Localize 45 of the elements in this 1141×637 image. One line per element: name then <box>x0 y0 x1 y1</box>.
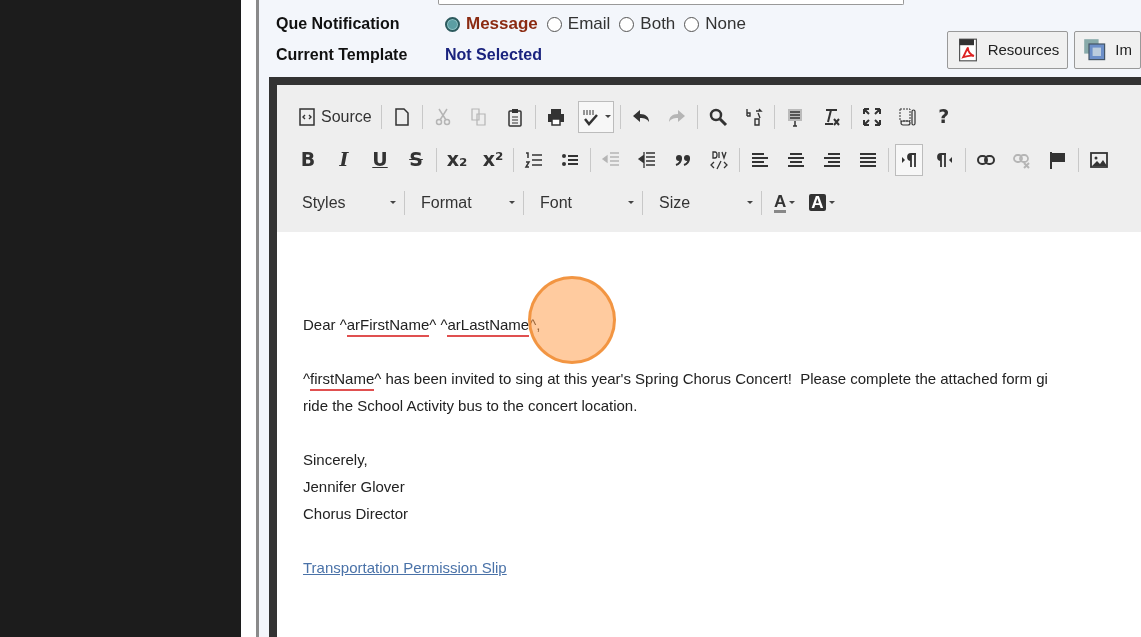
text-field[interactable] <box>438 0 904 5</box>
dropdown[interactable]: Size <box>651 187 761 218</box>
div-container-icon <box>709 149 729 170</box>
body-text: ^firstName^ has been invited to sing at this year's Spring Chorus Concert! Please complete the attached form gi <box>303 365 1048 392</box>
toolbar-button[interactable]: S <box>402 143 430 176</box>
images-button[interactable]: Im <box>1074 31 1141 69</box>
spellcheck-button[interactable] <box>577 100 614 133</box>
resources-button[interactable]: Resources <box>946 31 1069 69</box>
toolbar-button[interactable]: B <box>294 143 322 176</box>
flag-icon <box>1048 149 1068 170</box>
dropdown[interactable]: Format <box>413 187 523 218</box>
background-color-button[interactable]: A <box>809 187 835 218</box>
show-blocks-icon <box>897 106 918 127</box>
printer-icon <box>545 106 566 127</box>
body-text: Sincerely, <box>303 450 368 470</box>
pictures-icon <box>1083 38 1108 62</box>
toolbar-button[interactable]: I <box>330 143 358 176</box>
toolbar-button[interactable]: x₂ <box>443 143 471 176</box>
radio-option[interactable]: Both <box>619 11 676 37</box>
text-color-button[interactable]: A <box>774 187 796 218</box>
document-link[interactable]: Transportation Permission Slip <box>303 559 507 576</box>
copy-icon <box>468 106 489 127</box>
radio-option[interactable]: Email <box>546 11 611 37</box>
source-icon <box>297 106 317 127</box>
body-text: Jennifer Glover <box>303 477 405 497</box>
body-text: ride the School Activity bus to the concert location. <box>303 396 638 416</box>
source-button[interactable]: Source <box>294 100 375 133</box>
radio-option[interactable]: Message <box>445 11 538 37</box>
search-icon <box>707 106 728 127</box>
format-button[interactable]: ? <box>929 100 958 133</box>
replace-icon <box>743 106 764 127</box>
field-label: Que Notification <box>276 14 401 34</box>
dropdown[interactable]: Styles <box>294 187 404 218</box>
image-icon <box>1089 149 1109 170</box>
body-text: Chorus Director <box>303 504 409 524</box>
indent-icon <box>637 149 657 170</box>
field-label: Current Template <box>276 45 409 65</box>
dropdown[interactable]: Font <box>532 187 642 218</box>
radio-option[interactable]: None <box>684 11 746 37</box>
toolbar-button[interactable]: U <box>366 143 394 176</box>
toolbar-button[interactable]: x² <box>479 143 507 176</box>
pilcrow-button[interactable] <box>895 143 923 176</box>
template-value: Not Selected <box>445 45 542 65</box>
maximize-icon <box>861 106 882 127</box>
numbered-list-icon <box>524 149 544 170</box>
